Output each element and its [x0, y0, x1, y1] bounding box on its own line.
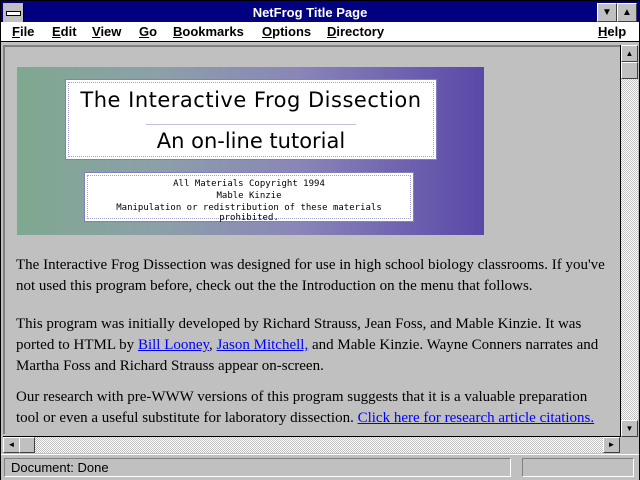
menu-go[interactable]: Go — [139, 23, 157, 40]
menu-go-key: G — [139, 24, 150, 39]
window-title: NetFrog Title Page — [252, 5, 368, 20]
menu-bookmarks-key: B — [173, 24, 183, 39]
banner-title: The Interactive Frog Dissection — [80, 88, 422, 112]
scroll-up-button[interactable]: ▲ — [621, 45, 638, 62]
menu-directory-key: D — [327, 24, 337, 39]
menu-bookmarks[interactable]: Bookmarks — [173, 23, 244, 40]
menu-options[interactable]: Options — [262, 23, 311, 40]
menu-directory[interactable]: Directory — [327, 23, 384, 40]
scroll-left-button[interactable]: ◄ — [3, 437, 20, 453]
menu-directory-rest: irectory — [336, 24, 385, 39]
research-citations-link[interactable]: Click here for research article citation… — [358, 410, 595, 426]
jason-mitchell-link[interactable]: Jason Mitchell, — [217, 337, 309, 353]
menu-help-key: H — [598, 24, 608, 39]
vertical-scroll-thumb[interactable] — [621, 62, 638, 79]
scroll-right-button[interactable]: ► — [603, 437, 620, 453]
research-paragraph: Our research with pre-WWW versions of th… — [16, 387, 606, 429]
menu-edit[interactable]: Edit — [52, 23, 77, 40]
copyright-line-2: Mable Kinzie — [216, 191, 282, 201]
menu-options-key: O — [262, 24, 273, 39]
menu-help[interactable]: Help — [598, 23, 626, 40]
menu-view[interactable]: View — [92, 23, 121, 40]
menu-file[interactable]: File — [12, 23, 34, 40]
system-menu-button[interactable] — [3, 3, 24, 22]
credits-separator: , — [209, 337, 217, 353]
horizontal-scroll-track[interactable] — [3, 437, 620, 453]
system-menu-icon — [6, 11, 21, 16]
banner-divider — [146, 124, 356, 125]
status-message: Document: Done — [11, 460, 109, 475]
title-banner-image: The Interactive Frog Dissection An on-li… — [17, 67, 484, 235]
menu-help-rest: elp — [607, 24, 627, 39]
horizontal-scroll-thumb[interactable] — [19, 437, 35, 453]
title-bar[interactable]: NetFrog Title Page ▼ ▲ — [1, 1, 639, 22]
menu-edit-key: E — [52, 24, 61, 39]
scroll-down-button[interactable]: ▼ — [621, 420, 638, 437]
horizontal-scrollbar[interactable]: ◄ ► — [3, 436, 620, 454]
banner-copyright-panel: All Materials Copyright 1994 Mable Kinzi… — [84, 172, 414, 223]
menu-edit-rest: dit — [60, 24, 77, 39]
banner-title-panel: The Interactive Frog Dissection An on-li… — [65, 79, 437, 160]
bill-looney-link[interactable]: Bill Looney — [138, 337, 209, 353]
credits-paragraph: This program was initially developed by … — [16, 314, 606, 377]
status-bar: Document: Done — [1, 454, 639, 480]
menu-bar: File Edit View Go Bookmarks Options Dire… — [1, 22, 639, 42]
menu-go-rest: o — [149, 24, 158, 39]
minimize-button[interactable]: ▼ — [597, 3, 617, 22]
vertical-scrollbar[interactable]: ▲ ▼ — [620, 45, 638, 437]
menu-file-key: F — [12, 24, 20, 39]
vertical-scroll-track[interactable] — [621, 45, 638, 437]
copyright-line-3: Manipulation or redistribution of these … — [116, 203, 382, 223]
intro-paragraph: The Interactive Frog Dissection was desi… — [16, 257, 605, 294]
document-view[interactable]: The Interactive Frog Dissection An on-li… — [3, 45, 620, 434]
menu-file-rest: ile — [19, 24, 35, 39]
maximize-button[interactable]: ▲ — [617, 3, 637, 22]
menu-view-rest: iew — [100, 24, 122, 39]
progress-indicator — [522, 458, 634, 477]
menu-bookmarks-rest: ookmarks — [182, 24, 244, 39]
menu-options-rest: ptions — [272, 24, 312, 39]
banner-subtitle: An on-line tutorial — [156, 129, 346, 153]
copyright-line-1: All Materials Copyright 1994 — [173, 179, 325, 189]
